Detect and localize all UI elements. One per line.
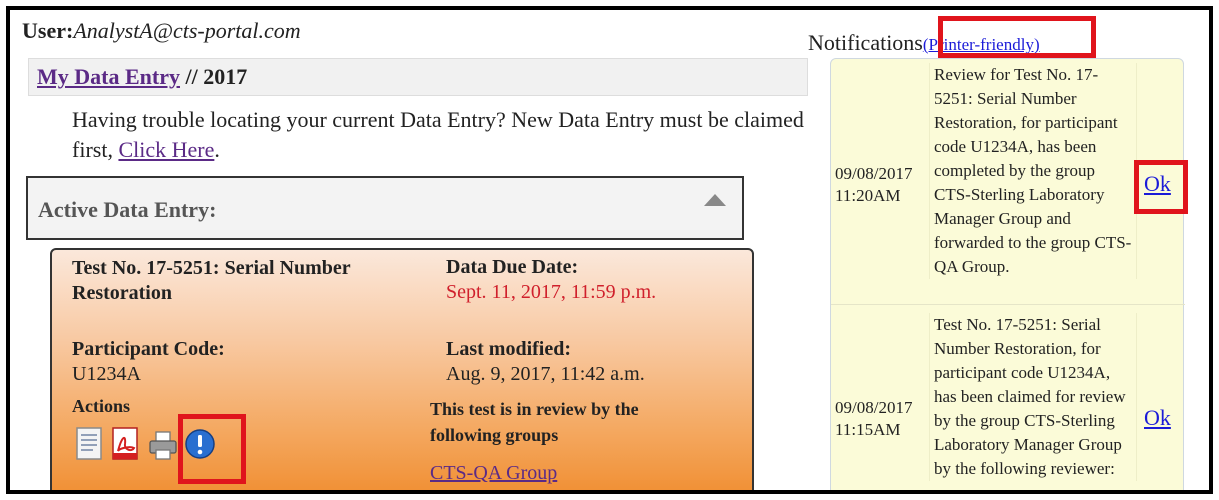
printer-icon[interactable] [148,426,178,462]
notification-date: 09/08/2017 11:20AM [835,163,912,207]
active-data-entry-header[interactable]: Active Data Entry: [26,176,744,240]
click-here-link[interactable]: Click Here [118,137,214,162]
notification-date: 09/08/2017 11:15AM [835,397,912,441]
my-data-entry-link[interactable]: My Data Entry [37,64,180,89]
user-label: User: [22,18,74,43]
notification-item: 09/08/2017 11:15AM Test No. 17-5251: Ser… [831,307,1185,490]
test-title: Test No. 17-5251: Serial Number Restorat… [72,257,351,304]
trouble-suffix: . [214,137,220,162]
actions-label: Actions [72,396,130,416]
page-frame: User:AnalystA@cts-portal.com My Data Ent… [6,6,1213,494]
notifications-title: Notifications [808,30,923,55]
active-data-entry-title: Active Data Entry: [38,197,217,222]
user-email: AnalystA@cts-portal.com [73,18,301,43]
pdf-icon[interactable] [110,426,140,462]
printer-friendly-highlight [938,16,1096,58]
breadcrumb-year: 2017 [203,64,248,89]
breadcrumb-separator: // [179,64,204,89]
notification-message: Test No. 17-5251: Serial Number Restorat… [929,313,1137,481]
participant-code-value: U1234A [72,363,141,385]
trouble-message: Having trouble locating your current Dat… [72,105,812,165]
last-modified-value: Aug. 9, 2017, 11:42 a.m. [446,363,645,385]
data-entry-card: Test No. 17-5251: Serial Number Restorat… [50,248,754,490]
participant-code-label: Participant Code: [72,338,225,360]
notification-date-day: 09/08/2017 [835,164,913,183]
notification-date-time: 11:20AM [835,186,901,205]
ok-link-highlight [1134,160,1188,214]
document-icon[interactable] [74,426,104,462]
last-modified-label: Last modified: [446,338,571,360]
notifications-panel: 09/08/2017 11:20AM Review for Test No. 1… [830,58,1185,490]
notification-date-day: 09/08/2017 [835,398,913,417]
due-date-label: Data Due Date: [446,256,579,278]
user-line: User:AnalystA@cts-portal.com [22,18,301,44]
notification-item: 09/08/2017 11:20AM Review for Test No. 1… [831,59,1185,305]
notification-date-time: 11:15AM [835,420,901,439]
notification-ok-link[interactable]: Ok [1144,405,1171,431]
review-status-text: This test is in review by the following … [430,399,639,445]
due-date-value: Sept. 11, 2017, 11:59 p.m. [446,281,657,303]
collapse-icon[interactable] [704,194,726,206]
notification-message: Review for Test No. 17-5251: Serial Numb… [929,63,1137,279]
alert-icon-highlight [178,414,246,484]
breadcrumb: My Data Entry // 2017 [28,58,808,96]
cts-qa-group-link[interactable]: CTS-QA Group [430,462,557,485]
